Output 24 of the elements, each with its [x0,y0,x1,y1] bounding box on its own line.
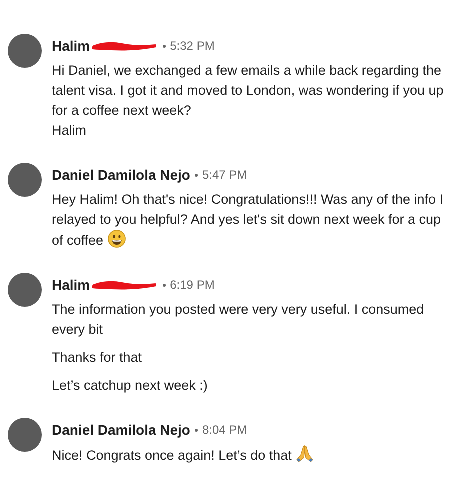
message-text: Nice! Congrats once again! Let’s do that [52,445,460,466]
message-time: 5:47 PM [202,167,248,184]
avatar-photo [8,418,42,452]
message-time: 8:04 PM [202,422,248,439]
sender-name[interactable]: Halim [52,36,90,56]
message-time: 5:32 PM [170,38,215,55]
separator-dot [163,44,166,48]
sender-name[interactable]: Daniel Damilola Nejo [52,420,190,440]
separator-dot [195,174,198,176]
avatar-photo [8,34,42,68]
avatar-photo [8,273,42,307]
praying-hands-icon [296,445,314,463]
message-text: The information you posted were very very useful. I consumed every bit [52,301,426,339]
separator-dot [163,284,166,286]
message-text: Thanks for that [52,349,144,367]
message-time: 6:19 PM [170,277,215,294]
grinning-face-icon [108,230,126,248]
message-text: Hey Halim! Oh that's nice! Congratulations!!! Was any of the info I relayed to you helpful? And yes let's sit down next week for a cup of coffee [52,191,445,250]
avatar-photo [8,163,42,197]
sender-name[interactable]: Daniel Damilola Nejo [52,164,190,186]
message-text: Hi Daniel, we exchanged a few emails a while back regarding the talent visa. I got it and moved to London, was wondering if you up for a coffee next week? Halim [52,62,445,140]
message-text: Let’s catchup next week :) [52,377,209,395]
sender-name[interactable]: Halim [52,274,90,296]
separator-dot [195,428,198,432]
